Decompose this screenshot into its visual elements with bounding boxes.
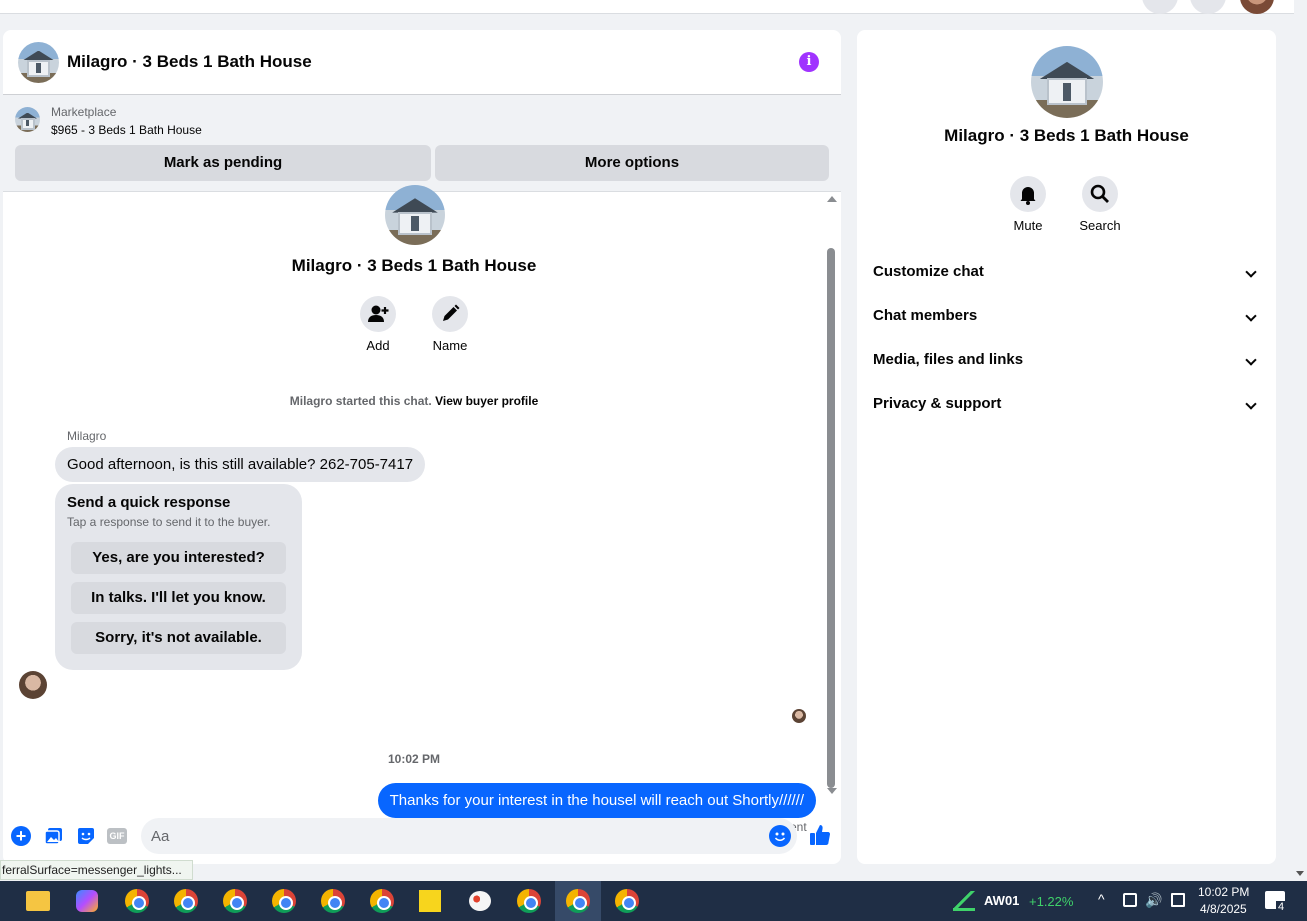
info-avatar[interactable] [1031,46,1103,118]
conversation-area: Milagro · 3 Beds 1 Bath House Add Name M… [3,185,841,834]
clock-date[interactable]: 4/8/2025 [1200,902,1247,916]
message-composer: + GIF [3,814,841,858]
top-navigation-bar [0,0,1307,14]
section-label: Customize chat [873,263,984,280]
notifications-button[interactable] [1190,0,1226,14]
add-people-action[interactable]: Add [348,296,408,353]
chrome-profile-icon[interactable] [517,889,541,913]
mark-as-pending-button[interactable]: Mark as pending [15,145,431,181]
chrome-profile-icon[interactable] [272,889,296,913]
file-explorer-icon[interactable] [26,891,50,911]
plus-icon[interactable]: + [11,826,31,846]
page-scroll-down-icon[interactable] [1296,871,1304,876]
chat-title[interactable]: Milagro · 3 Beds 1 Bath House [67,52,312,72]
stock-change: +1.22% [1029,894,1074,909]
meet-icon[interactable] [1123,893,1137,907]
windows-taskbar: AW01 +1.22% ^ 🔊 10:02 PM 4/8/2025 4 [0,881,1307,921]
mute-action[interactable]: Mute [998,176,1058,233]
conversation-avatar[interactable] [385,185,445,245]
section-customize-chat[interactable]: Customize chat [873,260,1261,284]
read-receipt-avatar [792,709,806,723]
emoji-icon[interactable] [769,825,791,847]
info-title: Milagro · 3 Beds 1 Bath House [944,126,1189,145]
section-privacy-support[interactable]: Privacy & support [873,392,1261,416]
name-label: Name [432,338,468,353]
gif-icon[interactable]: GIF [107,828,127,844]
paint-icon[interactable] [469,891,491,911]
chat-info-panel: Milagro · 3 Beds 1 Bath House Mute Searc… [857,30,1276,864]
incoming-message[interactable]: Good afternoon, is this still available?… [55,447,426,482]
sticker-icon[interactable] [76,826,96,846]
quick-response-not-available[interactable]: Sorry, it's not available. [71,622,286,654]
chevron-down-icon [1245,398,1257,410]
scroll-thumb[interactable] [827,248,835,788]
scroll-up-arrow-icon[interactable] [827,196,837,202]
chevron-down-icon [1245,310,1257,322]
profile-avatar[interactable] [1240,0,1274,14]
sender-name: Milagro [67,429,107,443]
chevron-down-icon [1245,354,1257,366]
conversation-scrollbar[interactable] [825,192,837,804]
marketplace-listing-bar: Marketplace $965 - 3 Beds 1 Bath House M… [3,95,841,192]
outgoing-message[interactable]: Thanks for your interest in the housel w… [377,783,816,818]
page-scrollbar[interactable] [1294,0,1307,880]
bell-icon [1010,176,1046,212]
copilot-icon[interactable] [76,890,98,912]
more-options-button[interactable]: More options [435,145,829,181]
marketplace-label: Marketplace [51,105,117,119]
listing-small-thumbnail[interactable] [15,107,40,132]
quick-response-card: Send a quick response Tap a response to … [55,484,302,670]
clock-time[interactable]: 10:02 PM [1198,885,1249,899]
section-label: Chat members [873,307,978,324]
chat-panel: Milagro · 3 Beds 1 Bath House i Marketpl… [3,30,841,864]
chrome-profile-icon[interactable] [370,889,394,913]
sticky-notes-icon[interactable] [419,890,441,912]
search-label: Search [1079,218,1121,233]
mute-label: Mute [1013,218,1043,233]
info-icon[interactable]: i [799,52,819,72]
network-icon[interactable] [1171,893,1185,907]
chrome-profile-icon[interactable] [174,889,198,913]
search-icon [1082,176,1118,212]
listing-price[interactable]: $965 - 3 Beds 1 Bath House [51,123,202,137]
stock-ticker[interactable]: AW01 [984,893,1019,908]
speaker-icon[interactable]: 🔊 [1145,892,1162,909]
notification-count: 4 [1276,901,1287,913]
search-action[interactable]: Search [1070,176,1130,233]
started-text: Milagro started this chat. [289,394,432,408]
view-buyer-profile-link[interactable]: View buyer profile [435,394,538,408]
chrome-profile-icon[interactable] [321,889,345,913]
add-person-icon [360,296,396,332]
menu-button[interactable] [1142,0,1178,14]
add-label: Add [366,338,390,353]
chat-header: Milagro · 3 Beds 1 Bath House i [3,30,841,95]
section-chat-members[interactable]: Chat members [873,304,1261,328]
chrome-profile-icon[interactable] [615,889,639,913]
quick-response-yes[interactable]: Yes, are you interested? [71,542,286,574]
stock-chart-icon[interactable] [953,891,975,911]
photo-icon[interactable] [44,826,64,846]
quick-response-subtitle: Tap a response to send it to the buyer. [67,515,271,529]
section-label: Media, files and links [873,351,1024,368]
chrome-profile-icon[interactable] [223,889,247,913]
message-input[interactable] [141,818,797,854]
chrome-profile-icon[interactable] [125,889,149,913]
listing-thumbnail[interactable] [18,41,59,83]
section-label: Privacy & support [873,395,1002,412]
chat-started-notice: Milagro started this chat. View buyer pr… [3,394,825,408]
name-action[interactable]: Name [420,296,480,353]
status-bar-url: ferralSurface=messenger_lights... [0,860,193,880]
scroll-down-arrow-icon[interactable] [827,788,837,794]
section-media-files-links[interactable]: Media, files and links [873,348,1261,372]
chrome-active-icon[interactable] [566,889,590,913]
message-timestamp: 10:02 PM [387,752,441,766]
chevron-down-icon [1245,266,1257,278]
quick-response-in-talks[interactable]: In talks. I'll let you know. [71,582,286,614]
quick-response-title: Send a quick response [67,494,231,511]
conversation-title: Milagro · 3 Beds 1 Bath House [291,256,537,275]
sender-avatar[interactable] [19,671,47,699]
thumbs-up-icon[interactable] [808,823,832,847]
pencil-icon [432,296,468,332]
chevron-up-icon[interactable]: ^ [1098,891,1105,907]
